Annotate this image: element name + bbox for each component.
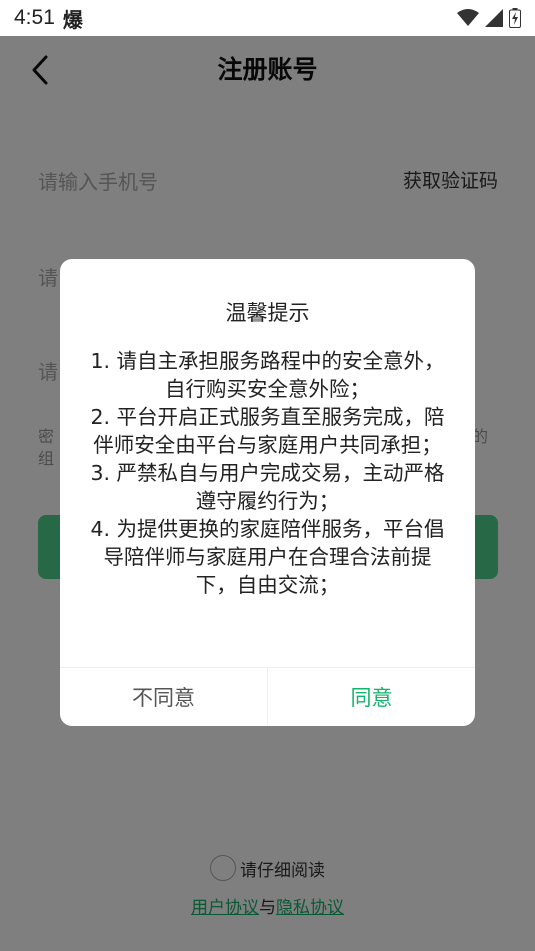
notice-dialog: 温馨提示 1. 请自主承担服务路程中的安全意外，自行购买安全意外险； 2. 平台…: [60, 259, 475, 726]
disagree-button[interactable]: 不同意: [60, 668, 268, 726]
agree-button[interactable]: 同意: [268, 668, 475, 726]
dialog-title: 温馨提示: [225, 301, 310, 325]
dialog-item: 4. 为提供更换的家庭陪伴服务，平台倡导陪伴师与家庭用户在合理合法前提下，自由交…: [90, 517, 445, 597]
dialog-item: 2. 平台开启正式服务直至服务完成，陪伴师安全由平台与家庭用户共同承担；: [90, 405, 445, 457]
battery-icon: [509, 8, 521, 28]
notification-icon: 爆: [62, 7, 83, 32]
dialog-actions: 不同意 同意: [60, 667, 475, 726]
dialog-item: 3. 严禁私自与用户完成交易，主动严格遵守履约行为；: [90, 461, 445, 513]
signal-icon: [485, 9, 503, 27]
wifi-icon: [457, 9, 479, 26]
status-bar: 4:51 爆: [0, 0, 535, 36]
status-time: 4:51: [14, 6, 55, 29]
dialog-item: 1. 请自主承担服务路程中的安全意外，自行购买安全意外险；: [90, 349, 445, 401]
status-icons: [457, 8, 521, 28]
dialog-body: 1. 请自主承担服务路程中的安全意外，自行购买安全意外险； 2. 平台开启正式服…: [84, 347, 451, 599]
